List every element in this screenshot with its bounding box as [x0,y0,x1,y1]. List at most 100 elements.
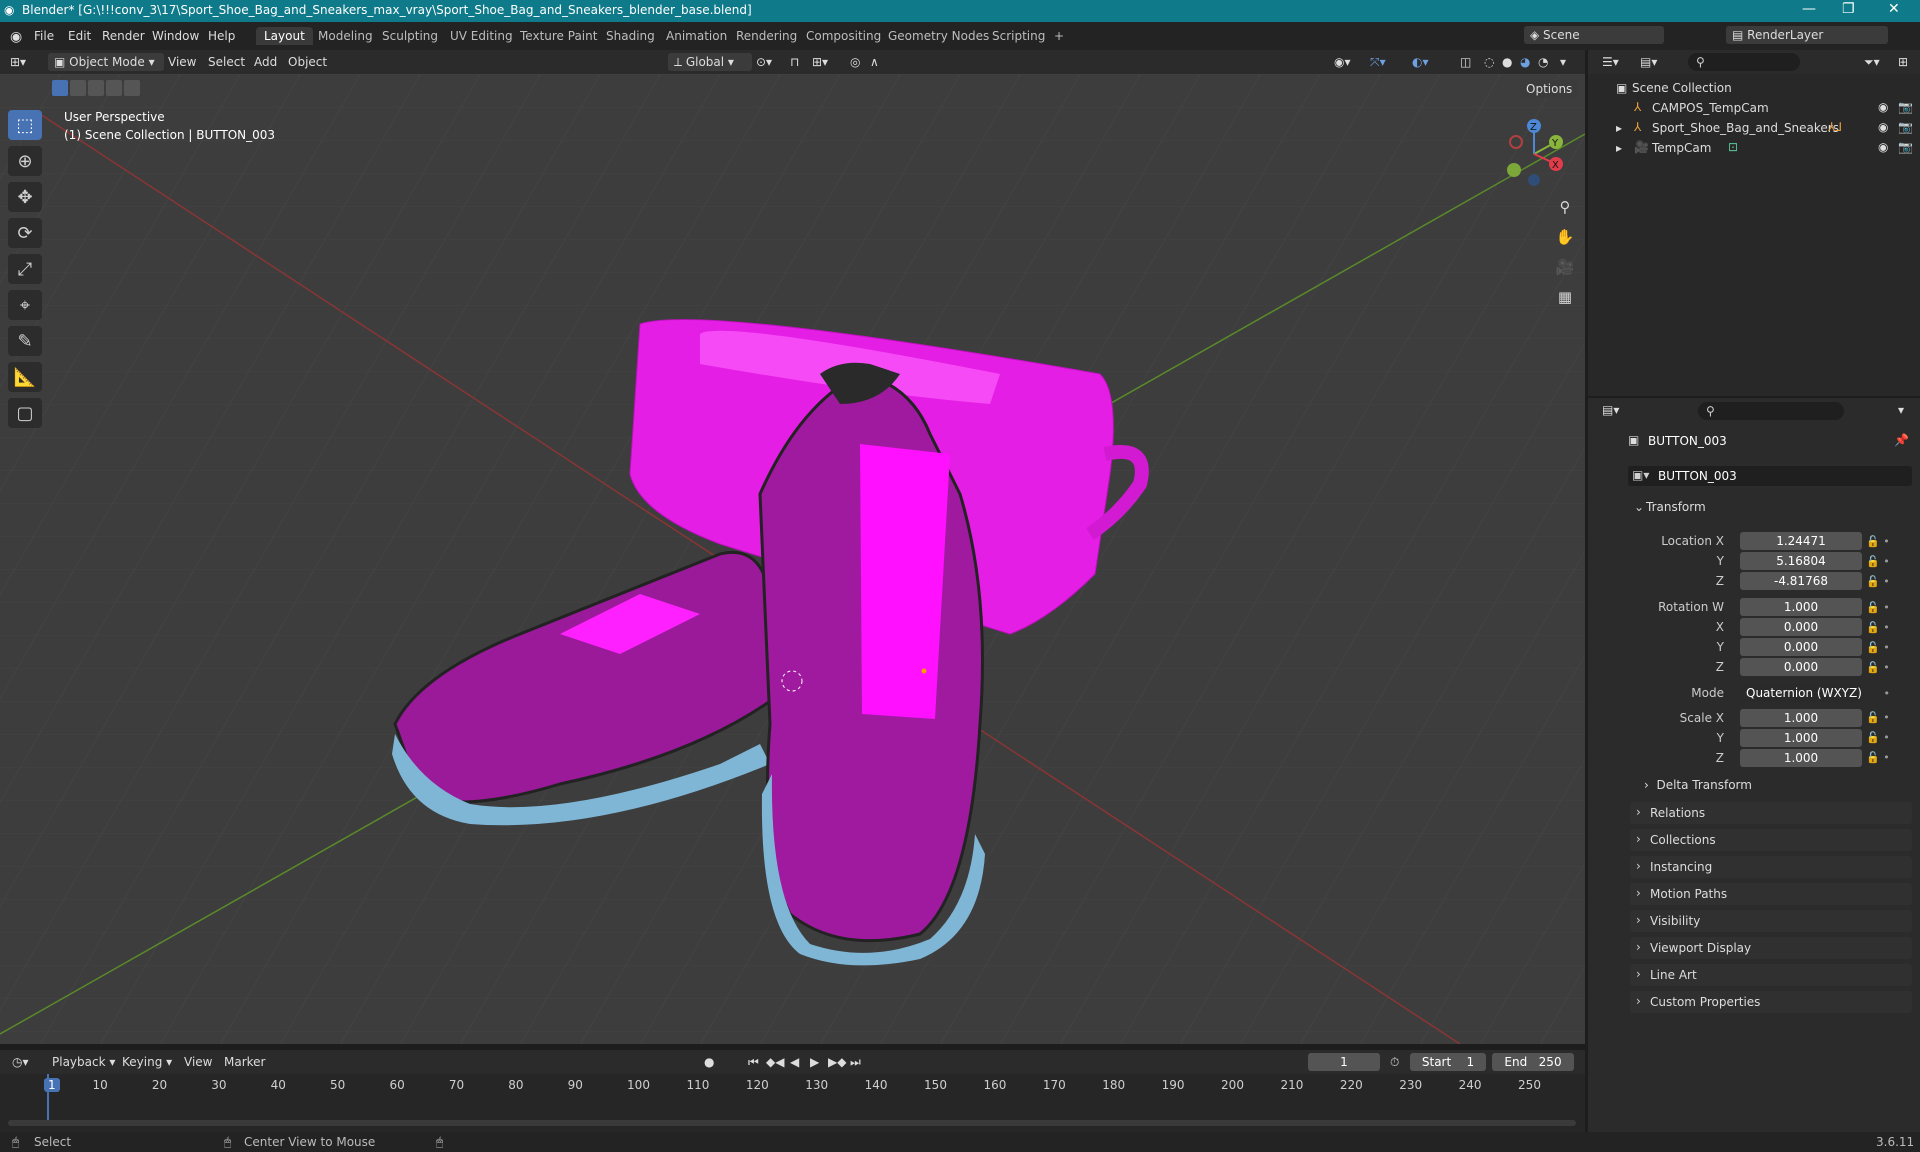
zoom-icon[interactable]: ⚲ [1552,194,1578,220]
move-tool-icon[interactable]: ✥ [8,182,42,212]
3d-viewport[interactable]: User Perspective (1) Scene Collection | … [0,74,1585,1044]
expand-arrow-icon[interactable]: ▸ [1616,121,1622,135]
select-box-tool-icon[interactable]: ⬚ [8,110,42,140]
camera-view-icon[interactable]: 🎥 [1552,254,1578,280]
viewport-menu-add[interactable]: Add [254,55,277,69]
menu-window[interactable]: Window [152,29,199,43]
proportional-edit-icon[interactable]: ◎ [850,55,860,69]
menu-file[interactable]: File [34,29,54,43]
timeline-scrollbar[interactable] [8,1120,1576,1126]
delta-transform-header[interactable]: › Delta Transform [1644,778,1752,792]
tab-scripting[interactable]: Scripting [984,27,1053,45]
rotation-z-field[interactable]: 0.000 [1740,658,1862,676]
render-layer-selector[interactable]: ▤ RenderLayer [1726,26,1888,44]
annotate-tool-icon[interactable]: ✎ [8,326,42,356]
expand-arrow-icon[interactable]: ▸ [1616,141,1622,155]
mode-selector[interactable]: ▣ Object Mode ▾ [48,53,164,71]
material-shading-icon[interactable]: ◕ [1520,55,1530,69]
cursor-tool-icon[interactable]: ⊕ [8,146,42,176]
tab-uv-editing[interactable]: UV Editing [442,27,521,45]
overlay-toggle-icon[interactable]: ◐▾ [1412,55,1429,69]
blender-menu-icon[interactable]: ◉ [10,29,22,45]
scale-z-field[interactable]: 1.000 [1740,749,1862,767]
timeline-view-menu[interactable]: View [184,1055,212,1069]
viewport-menu-view[interactable]: View [168,55,196,69]
add-workspace-button[interactable]: + [1046,27,1072,45]
location-y-field[interactable]: 5.16804 [1740,552,1862,570]
transform-panel-header[interactable]: ⌄ Transform [1630,496,1912,518]
outliner-display-mode-icon[interactable]: ▤▾ [1640,55,1657,69]
maximize-button[interactable]: ❐ [1842,1,1855,17]
lock-icon[interactable]: 🔓 • [1866,572,1916,592]
scale-tool-icon[interactable]: ⤢ [8,254,42,284]
outliner-editor-type-icon[interactable]: ☰▾ [1602,55,1619,69]
scene-selector[interactable]: ◈ Scene [1524,26,1664,44]
location-x-field[interactable]: 1.24471 [1740,532,1862,550]
keyframe-dot[interactable]: • [1866,684,1916,704]
menu-edit[interactable]: Edit [68,29,91,43]
start-frame-field[interactable]: Start 1 [1410,1053,1486,1071]
tab-sculpting[interactable]: Sculpting [374,27,446,45]
visibility-panel-header[interactable]: › Visibility [1630,910,1912,932]
stopwatch-icon[interactable]: ⏱ [1390,1055,1399,1070]
properties-editor-type-icon[interactable]: ▤▾ [1602,403,1619,417]
wireframe-shading-icon[interactable]: ◌ [1484,55,1494,69]
rotation-x-field[interactable]: 0.000 [1740,618,1862,636]
falloff-icon[interactable]: ∧ [870,55,879,69]
filter-icon[interactable]: ⏷▾ [1864,55,1880,70]
minimize-button[interactable]: — [1802,1,1816,17]
jump-start-icon[interactable]: ⏮ [748,1055,759,1070]
location-z-field[interactable]: -4.81768 [1740,572,1862,590]
tab-shading[interactable]: Shading [598,27,663,45]
current-frame-field[interactable]: 1 [1308,1053,1380,1071]
line-art-panel-header[interactable]: › Line Art [1630,964,1912,986]
properties-options-icon[interactable]: ▾ [1898,403,1904,417]
viewport-menu-select[interactable]: Select [208,55,245,69]
tab-layout[interactable]: Layout [256,27,313,45]
tab-rendering[interactable]: Rendering [728,27,805,45]
transform-tool-icon[interactable]: ⌖ [8,290,42,320]
lock-icon[interactable]: 🔓 • [1866,638,1916,658]
add-cube-tool-icon[interactable]: ▢ [8,398,42,428]
outliner-item[interactable]: ▸ 🎥 TempCam ⊡ ◉ 📷 [1588,138,1920,158]
motion-paths-panel-header[interactable]: › Motion Paths [1630,883,1912,905]
shading-options-icon[interactable]: ▾ [1560,55,1566,69]
tab-geometry-nodes[interactable]: Geometry Nodes [880,27,997,45]
properties-search-field[interactable]: ⚲ [1698,402,1844,420]
measure-tool-icon[interactable]: 📐 [8,362,42,392]
eye-icon[interactable]: ◉ [1878,140,1888,154]
lock-icon[interactable]: 🔓 • [1866,532,1916,552]
end-frame-field[interactable]: End 250 [1492,1053,1574,1071]
object-name-field[interactable]: ▣▾ BUTTON_003 [1628,466,1912,486]
timeline-editor-type-icon[interactable]: ◷▾ [12,1055,29,1069]
select-subtract-icon[interactable] [88,80,104,96]
new-collection-icon[interactable]: ⊞ [1898,55,1908,69]
outliner-search-field[interactable]: ⚲ [1688,53,1800,71]
rendered-shading-icon[interactable]: ◔ [1538,55,1548,69]
visibility-icon[interactable]: ◉▾ [1334,55,1351,69]
pivot-icon[interactable]: ⊙▾ [756,55,772,69]
lock-icon[interactable]: 🔓 • [1866,728,1916,748]
viewport-display-panel-header[interactable]: › Viewport Display [1630,937,1912,959]
instancing-panel-header[interactable]: › Instancing [1630,856,1912,878]
play-reverse-icon[interactable]: ◀ [790,1055,799,1069]
tab-modeling[interactable]: Modeling [310,27,381,45]
tab-texture-paint[interactable]: Texture Paint [512,27,605,45]
outliner-root-row[interactable]: ▣ Scene Collection [1588,78,1920,98]
menu-help[interactable]: Help [208,29,235,43]
jump-keyframe-forward-icon[interactable]: ▶◆ [828,1055,846,1069]
xray-icon[interactable]: ◫ [1460,55,1471,69]
pan-hand-icon[interactable]: ✋ [1552,224,1578,250]
lock-icon[interactable]: 🔓 • [1866,708,1916,728]
snap-icon[interactable]: ⊓ [790,55,799,69]
timeline[interactable]: 1 10 20 30 40 50 60 70 80 90 100 110 120 130 140 150 160… [0,1074,1585,1132]
rotation-w-field[interactable]: 1.000 [1740,598,1862,616]
tab-compositing[interactable]: Compositing [798,27,889,45]
snap-target-icon[interactable]: ⊞▾ [812,55,828,69]
keying-menu[interactable]: Keying ▾ [122,1055,172,1069]
record-icon[interactable]: ● [704,1055,714,1069]
select-extend-icon[interactable] [70,80,86,96]
outliner-item[interactable]: ⅄ CAMPOS_TempCam ◉ 📷 [1588,98,1920,118]
lock-icon[interactable]: 🔓 • [1866,552,1916,572]
menu-render[interactable]: Render [102,29,145,43]
